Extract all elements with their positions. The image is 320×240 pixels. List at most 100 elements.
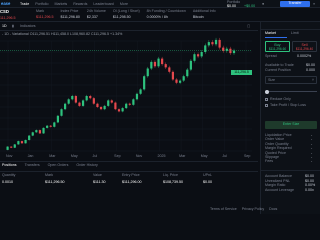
candle xyxy=(143,76,146,90)
candle xyxy=(46,125,49,128)
candle xyxy=(67,99,70,104)
col-value: Value xyxy=(93,173,102,177)
docs-link[interactable]: Docs xyxy=(269,207,277,212)
price-chart[interactable]: - 1D - Variational O111,296.51 H111,458.… xyxy=(0,31,252,161)
fullscreen-icon[interactable]: ▢ xyxy=(247,24,250,29)
transfer-button-label: Transfer xyxy=(288,1,302,6)
bell-icon[interactable]: ● xyxy=(262,2,264,7)
nav-item-more[interactable]: More xyxy=(120,2,128,7)
candle xyxy=(125,103,128,109)
indicators-button[interactable]: Indicators xyxy=(20,24,36,29)
candle xyxy=(196,54,200,57)
x-tick-label: May xyxy=(70,154,78,158)
app-logo[interactable]: ease xyxy=(1,1,10,6)
candle xyxy=(178,80,182,83)
sell-button[interactable]: Sell $111,296.40 xyxy=(292,41,317,52)
tab-order-history[interactable]: Order History xyxy=(76,163,97,168)
size-slider-track[interactable] xyxy=(265,91,317,92)
x-tick-label: Jul xyxy=(222,154,227,158)
divider xyxy=(261,170,320,171)
tab-positions[interactable]: Positions xyxy=(2,163,17,168)
stat-additional-info: Additional Info Bitcoin xyxy=(192,9,216,20)
nav-item-portfolio[interactable]: Portfolio xyxy=(35,2,48,7)
y-axis xyxy=(252,31,260,161)
candle xyxy=(193,54,196,61)
candle xyxy=(53,122,56,127)
candle xyxy=(207,42,210,46)
candle xyxy=(78,102,81,106)
nav-item-trade[interactable]: Trade xyxy=(20,2,29,7)
reduce-only-checkbox[interactable] xyxy=(265,98,268,101)
candle xyxy=(74,96,77,103)
buy-button[interactable]: Buy $111,296.60 xyxy=(265,41,290,52)
candle xyxy=(28,135,31,140)
nav-item-markets[interactable]: Markets xyxy=(54,2,67,7)
tab-market[interactable]: Market xyxy=(265,31,276,36)
candle xyxy=(49,125,52,127)
market-symbol[interactable]: CSD xyxy=(0,9,9,14)
tab-transfers[interactable]: Transfers xyxy=(25,163,40,168)
privacy-link[interactable]: Privacy Policy xyxy=(242,207,264,212)
account-summary: Account Balance Unrealized PNL Margin Ra… xyxy=(265,174,294,193)
nav-item-leaderboard[interactable]: Leaderboard xyxy=(93,2,113,7)
x-tick-label: Jan xyxy=(27,154,34,158)
transfer-button[interactable]: Transfer xyxy=(280,1,310,7)
candle xyxy=(153,61,157,67)
candle xyxy=(211,42,214,45)
tpsl-checkbox[interactable] xyxy=(265,104,268,107)
stat-label: 24h Volume xyxy=(86,9,106,13)
candle xyxy=(89,96,92,99)
submit-order-button[interactable]: Enter Size xyxy=(265,121,317,129)
candle xyxy=(60,109,63,116)
spread-label: Spread xyxy=(265,54,277,58)
submit-label: Enter Size xyxy=(282,122,300,127)
position-value: 0.000 xyxy=(306,68,315,72)
cell-quantity: 0.0010 xyxy=(2,179,13,184)
x-tick-label: Jul xyxy=(92,154,98,158)
stat-value: $111,296.80 xyxy=(60,14,80,19)
interval-selector[interactable]: 1D xyxy=(2,24,7,29)
candle xyxy=(10,146,13,148)
x-tick-label: 2025 xyxy=(157,154,166,158)
spread-value: 0.0002% xyxy=(297,54,312,58)
stat-label: Additional Info xyxy=(192,9,216,13)
candle xyxy=(103,105,106,110)
chart-toolbar: 1D ▮ Indicators ▢ xyxy=(0,22,258,31)
candle xyxy=(110,100,113,103)
candle xyxy=(189,60,192,70)
stat-index-price: Index Price $111,296.80 xyxy=(60,9,80,19)
market-price: 111,296.5 xyxy=(0,15,16,20)
chevron-down-icon[interactable]: ˅ xyxy=(312,78,314,83)
tpsl-label: Take Profit / Stop Loss xyxy=(270,103,306,107)
cell-mark: $111,296.50 xyxy=(45,179,65,184)
candle-type-icon[interactable]: ▮ xyxy=(12,24,14,29)
size-input[interactable]: Size ˅ xyxy=(265,76,317,84)
chart-grid xyxy=(0,40,252,152)
size-slider-handle[interactable] xyxy=(265,89,269,94)
candle xyxy=(35,130,38,133)
menu-icon[interactable]: ≡ xyxy=(313,2,315,7)
cell-liq-price: $108,739.50 xyxy=(163,179,183,184)
stat-value: $11,298.50 xyxy=(112,14,131,19)
x-tick-label: Nov xyxy=(6,154,13,158)
last-price-label: 111,296.5 xyxy=(231,70,252,75)
stat-value: 0.0000% / 8h xyxy=(146,14,168,19)
candle xyxy=(42,127,45,134)
position-label: Current Position xyxy=(265,68,291,72)
account-leverage-label: Account Leverage xyxy=(265,187,294,192)
stat-open-interest: OI (Long / Short) $11,298.50 xyxy=(112,9,140,19)
footer-links: Terms of Service Privacy Policy Docs xyxy=(210,207,277,212)
tab-limit[interactable]: Limit xyxy=(291,31,299,36)
tab-underline xyxy=(265,37,287,38)
cell-value: $111.30 xyxy=(93,179,106,184)
x-tick-label: May xyxy=(200,154,208,158)
chart-svg xyxy=(0,37,252,152)
candle xyxy=(117,109,121,112)
tab-open-orders[interactable]: Open Orders xyxy=(48,163,69,168)
table-row[interactable]: 0.0010 $111,296.50 $111.30 $111,296.00 $… xyxy=(0,179,258,186)
market-stats-bar: CSD 111,296.5 Mark $111,296.5 Index Pric… xyxy=(0,8,320,22)
terms-link[interactable]: Terms of Service xyxy=(210,207,237,212)
x-tick-label: Mar xyxy=(49,154,56,158)
stat-value[interactable]: Bitcoin xyxy=(193,15,216,20)
nav-item-rewards[interactable]: Rewards xyxy=(73,2,87,7)
